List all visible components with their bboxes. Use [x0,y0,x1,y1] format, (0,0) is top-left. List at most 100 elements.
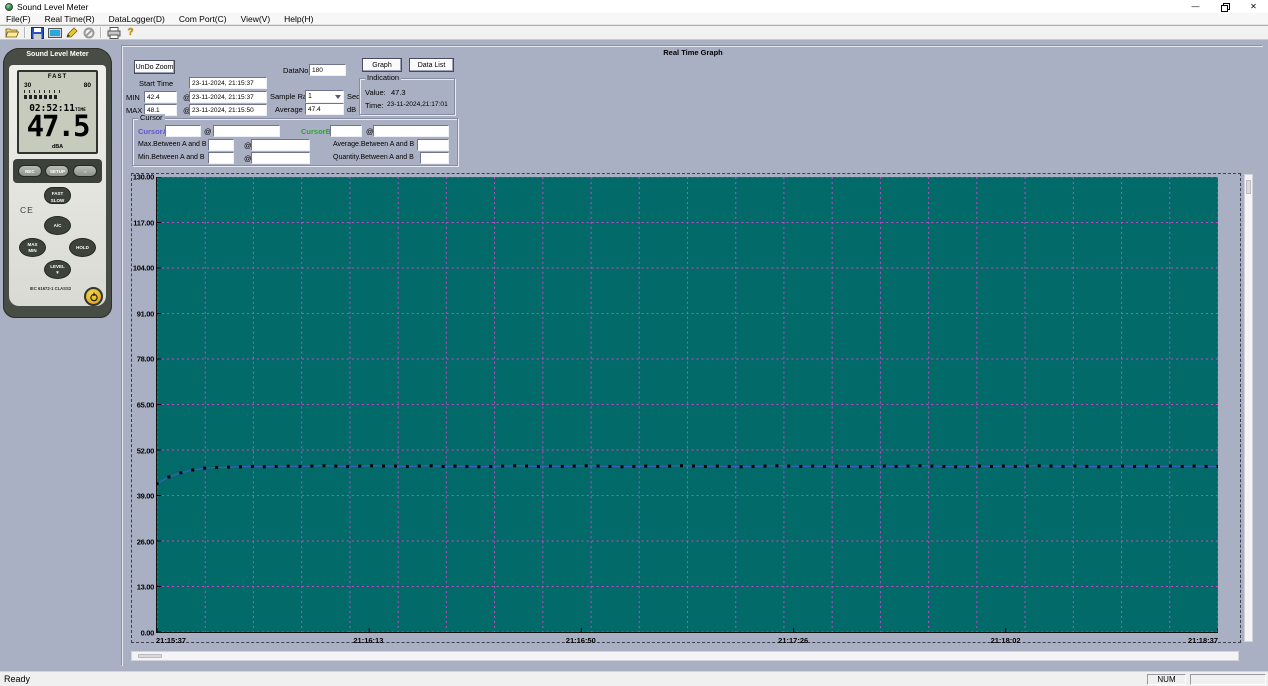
lcd-bargraph [24,95,58,99]
stop-button[interactable] [80,26,97,39]
indication-time: 23-11-2024,21:17:01 [387,101,448,108]
level-arrow: ▼ [55,269,60,275]
x-axis-labels: 21:15:37 21:16:13 21:16:50 21:17:26 21:18:02… [156,636,1218,646]
chart-plot-area[interactable] [156,177,1218,633]
cursor-b-value-field[interactable] [330,125,362,137]
edit-button[interactable] [63,26,80,39]
y-axis-label: 130.00 [132,172,154,182]
help-button[interactable]: ? [122,26,139,39]
hold-label: HOLD [76,244,89,250]
menu-bar: File(F) Real Time(R) DataLogger(D) Com P… [0,13,1268,25]
close-button[interactable]: ✕ [1239,0,1268,13]
help-icon: ? [127,27,134,38]
average-between-label: Average.Between A and B [333,141,415,148]
print-button[interactable] [105,26,122,39]
lcd-mode-label: FAST [47,74,68,80]
cursor-b-label: CursorB [301,127,332,136]
datano-label: DataNo. [283,66,311,75]
quantity-between-label: Quantity.Between A and B [333,154,414,161]
datano-field[interactable] [309,64,346,76]
y-axis-label: 65.00 [136,400,155,410]
chart-vertical-scrollbar[interactable] [1244,174,1253,642]
device-maxmin-button: MAX MIN [19,238,46,257]
start-time-label: Start Time [139,79,174,88]
y-axis-label: 52.00 [136,446,155,456]
open-file-button[interactable] [4,26,21,39]
min-between-time-field[interactable] [251,152,310,164]
printer-icon [107,26,120,39]
device-ac-button: A/C [44,216,71,235]
toolbar-separator [24,27,26,38]
sound-level-meter-image: Sound Level Meter FAST 30 80 02:52:11TIM… [3,48,112,318]
x-axis-label: 21:18:37 [1187,636,1218,645]
menu-file[interactable]: File(F) [0,14,39,24]
vertical-scroll-thumb[interactable] [1246,180,1251,194]
menu-help[interactable]: Help(H) [278,14,321,24]
min-label: MIN [28,247,37,253]
device-power-button [84,287,103,306]
quantity-between-field[interactable] [420,152,449,164]
indication-value-label: Value: [365,88,386,97]
average-field[interactable] [305,103,344,115]
status-message: Ready [4,674,31,684]
db-label: dB [347,105,357,114]
x-axis-label: 21:18:02 [990,636,1021,645]
slow-label: SLOW [50,197,65,203]
device-key-row: REC SETUP ☼ [13,159,102,183]
max-time-field[interactable] [189,104,267,116]
app-window: Sound Level Meter — ✕ File(F) Real Time(… [0,0,1268,686]
sample-rate-value: 1 [308,93,312,100]
y-axis-label: 0.00 [140,628,155,638]
menu-com-port[interactable]: Com Port(C) [173,14,235,24]
device-setup-button: SETUP [45,165,70,177]
cursor-a-at-label: @ [204,127,212,136]
num-lock-indicator: NUM [1147,674,1186,685]
open-folder-icon [5,28,20,37]
sec-label: Sec [347,92,360,101]
x-axis-label: 21:16:13 [353,636,384,645]
max-between-value-field[interactable] [208,139,234,151]
min-label: MIN [126,93,140,102]
menu-datalogger[interactable]: DataLogger(D) [103,14,173,24]
device-hold-button: HOLD [69,238,96,257]
lcd-scale-ticks [24,90,64,93]
device-backlight-button: ☼ [73,165,98,177]
save-button[interactable] [29,26,46,39]
indication-group-title: Indication [365,73,402,82]
cursor-a-time-field[interactable] [213,125,280,137]
chart-horizontal-scrollbar[interactable] [131,651,1239,661]
start-time-field[interactable] [189,77,267,89]
window-view-button[interactable] [46,26,63,39]
menu-view[interactable]: View(V) [235,14,279,24]
minimize-button[interactable]: — [1181,0,1210,13]
min-between-label: Min.Between A and B [138,154,205,161]
data-list-button[interactable]: Data List [409,58,454,72]
min-value-field[interactable] [144,91,177,103]
indication-group: Indication Value: 47.3 Time: 23-11-2024,… [359,74,455,115]
graph-button[interactable]: Graph [362,58,402,72]
y-axis-label: 117.00 [133,218,154,228]
menu-real-time[interactable]: Real Time(R) [39,14,103,24]
max-between-time-field[interactable] [251,139,310,151]
y-axis-label: 91.00 [136,309,155,319]
average-between-field[interactable] [417,139,449,151]
indication-value: 47.3 [391,88,406,97]
device-rec-button: REC [17,165,42,177]
sample-rate-select[interactable]: 1 [305,90,344,103]
x-axis-label: 21:17:26 [778,636,809,645]
horizontal-scroll-thumb[interactable] [138,654,162,658]
lcd-value: 47.5 [26,109,91,143]
window-titlebar: Sound Level Meter — ✕ [0,0,1268,13]
x-axis-label: 21:16:50 [565,636,596,645]
status-bar: Ready NUM [0,671,1268,686]
restore-button[interactable] [1210,0,1239,13]
y-axis-label: 13.00 [136,582,155,592]
max-between-label: Max.Between A and B [138,141,207,148]
undo-zoom-button[interactable]: UnDo Zoom [134,60,175,74]
min-time-field[interactable] [189,91,267,103]
cursor-b-time-field[interactable] [373,125,449,137]
cursor-a-value-field[interactable] [165,125,201,137]
y-axis-label: 78.00 [136,354,155,364]
min-between-value-field[interactable] [208,152,234,164]
toolbar: ? [0,26,1268,40]
